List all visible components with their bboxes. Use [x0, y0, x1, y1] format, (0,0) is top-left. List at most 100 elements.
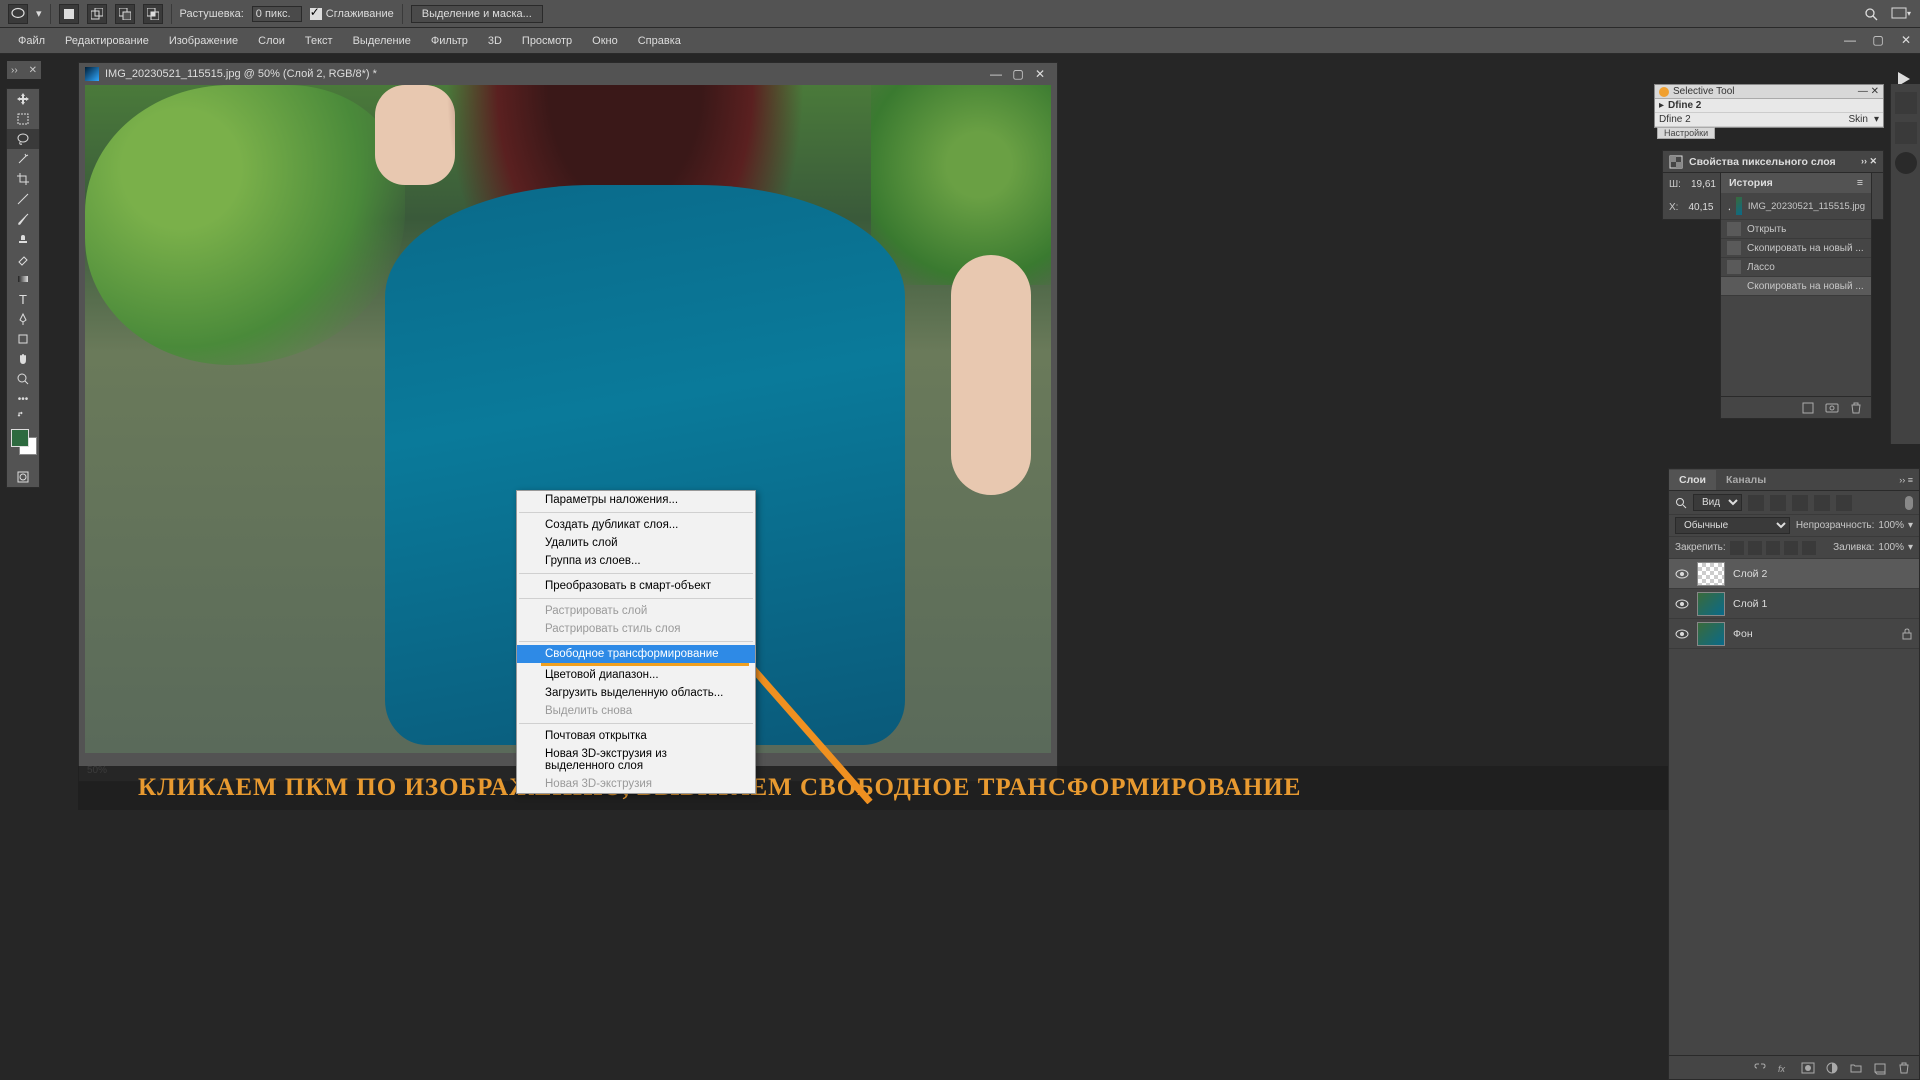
close-button[interactable]: ✕ [1892, 28, 1920, 52]
type-tool-icon[interactable]: T [7, 289, 39, 309]
color-swatches[interactable] [7, 425, 39, 465]
menu-type[interactable]: Текст [295, 31, 343, 51]
swap-colors-icon[interactable] [7, 409, 39, 421]
menu-help[interactable]: Справка [628, 31, 691, 51]
hand-tool-icon[interactable] [7, 349, 39, 369]
brush-tool-icon[interactable] [7, 209, 39, 229]
pen-tool-icon[interactable] [7, 309, 39, 329]
maximize-button[interactable]: ▢ [1864, 28, 1892, 52]
visibility-icon[interactable] [1675, 627, 1689, 641]
menu-select[interactable]: Выделение [343, 31, 421, 51]
menu-view[interactable]: Просмотр [512, 31, 582, 51]
doc-close-button[interactable]: ✕ [1029, 65, 1051, 83]
eraser-tool-icon[interactable] [7, 249, 39, 269]
gradient-tool-icon[interactable] [7, 269, 39, 289]
move-tool-icon[interactable] [7, 89, 39, 109]
trash-icon[interactable] [1897, 1061, 1911, 1075]
frame-icon[interactable] [1895, 92, 1917, 114]
menu-3d[interactable]: 3D [478, 31, 512, 51]
mask-icon[interactable] [1801, 1061, 1815, 1075]
link-icon[interactable] [1753, 1061, 1767, 1075]
filter-toggle[interactable] [1905, 496, 1913, 510]
lasso-tool-icon[interactable] [7, 129, 39, 149]
quick-mask-icon[interactable] [7, 467, 39, 487]
filter-shape-icon[interactable] [1814, 495, 1830, 511]
filter-type-icon[interactable] [1792, 495, 1808, 511]
history-item[interactable]: Открыть [1721, 220, 1871, 239]
context-menu-item[interactable]: Параметры наложения... [517, 491, 755, 509]
sel-add-icon[interactable] [87, 4, 107, 24]
search-icon[interactable] [1860, 3, 1882, 25]
context-menu-item[interactable]: Создать дубликат слоя... [517, 516, 755, 534]
context-menu-item[interactable]: Новая 3D-экструзия из выделенного слоя [517, 745, 755, 775]
tools-collapse[interactable]: ››✕ [7, 61, 41, 79]
stamp-tool-icon[interactable] [7, 229, 39, 249]
history-item[interactable]: Лассо [1721, 258, 1871, 277]
fx-icon[interactable]: fx [1777, 1061, 1791, 1075]
history-item[interactable]: Скопировать на новый ... [1721, 277, 1871, 296]
minimize-button[interactable]: — [1836, 28, 1864, 52]
tab-layers[interactable]: Слои [1669, 470, 1716, 490]
zoom-tool-icon[interactable] [7, 369, 39, 389]
doc-maximize-button[interactable]: ▢ [1007, 65, 1029, 83]
screen-mode-icon[interactable]: ▾ [1890, 3, 1912, 25]
visibility-icon[interactable] [1675, 597, 1689, 611]
filter-pixel-icon[interactable] [1748, 495, 1764, 511]
new-doc-from-state-icon[interactable] [1801, 401, 1815, 415]
lock-artboard-icon[interactable] [1766, 541, 1780, 555]
marquee-tool-icon[interactable] [7, 109, 39, 129]
cc-icon[interactable] [1895, 152, 1917, 174]
context-menu-item[interactable]: Группа из слоев... [517, 552, 755, 570]
menu-filter[interactable]: Фильтр [421, 31, 478, 51]
layer-filter-kind[interactable]: Вид [1693, 494, 1742, 511]
filter-adjust-icon[interactable] [1770, 495, 1786, 511]
sel-subtract-icon[interactable] [115, 4, 135, 24]
edit-toolbar-icon[interactable]: ••• [7, 389, 39, 409]
visibility-icon[interactable] [1675, 567, 1689, 581]
new-layer-icon[interactable] [1873, 1061, 1887, 1075]
context-menu-item[interactable]: Цветовой диапазон... [517, 666, 755, 684]
context-menu-item[interactable]: Удалить слой [517, 534, 755, 552]
history-snapshot[interactable]: IMG_20230521_115515.jpg [1721, 193, 1871, 220]
layer-row[interactable]: Слой 1 [1669, 589, 1919, 619]
layer-row[interactable]: Слой 2 [1669, 559, 1919, 589]
context-menu-item[interactable]: Почтовая открытка [517, 727, 755, 745]
adjust-icon[interactable] [1895, 122, 1917, 144]
settings-tab[interactable]: Настройки [1657, 127, 1715, 139]
foreground-color-swatch[interactable] [11, 429, 29, 447]
context-menu-item[interactable]: Преобразовать в смарт-объект [517, 577, 755, 595]
menu-edit[interactable]: Редактирование [55, 31, 159, 51]
menu-file[interactable]: Файл [8, 31, 55, 51]
eyedropper-tool-icon[interactable] [7, 189, 39, 209]
adjustment-icon[interactable] [1825, 1061, 1839, 1075]
lock-pixels-icon[interactable] [1730, 541, 1744, 555]
sel-new-icon[interactable] [59, 4, 79, 24]
blend-mode-select[interactable]: Обычные [1675, 517, 1790, 534]
doc-minimize-button[interactable]: — [985, 65, 1007, 83]
wand-tool-icon[interactable] [7, 149, 39, 169]
layer-row[interactable]: Фон [1669, 619, 1919, 649]
lock-icon[interactable] [1802, 541, 1816, 555]
context-menu-item[interactable]: Загрузить выделенную область... [517, 684, 755, 702]
filter-smart-icon[interactable] [1836, 495, 1852, 511]
sel-intersect-icon[interactable] [143, 4, 163, 24]
shape-tool-icon[interactable] [7, 329, 39, 349]
trash-icon[interactable] [1849, 401, 1863, 415]
lock-position-icon[interactable] [1748, 541, 1762, 555]
group-icon[interactable] [1849, 1061, 1863, 1075]
history-item[interactable]: Скопировать на новый ... [1721, 239, 1871, 258]
lock-all-icon[interactable] [1784, 541, 1798, 555]
search-icon[interactable] [1675, 497, 1687, 509]
history-tab[interactable]: История≡ [1721, 173, 1871, 193]
lasso-tool-icon[interactable] [8, 4, 28, 24]
context-menu-item[interactable]: Свободное трансформирование [517, 645, 755, 663]
menu-window[interactable]: Окно [582, 31, 628, 51]
menu-image[interactable]: Изображение [159, 31, 248, 51]
antialias-checkbox[interactable]: Сглаживание [310, 8, 394, 20]
snapshot-icon[interactable] [1825, 401, 1839, 415]
document-titlebar[interactable]: IMG_20230521_115515.jpg @ 50% (Слой 2, R… [79, 63, 1057, 85]
menu-layers[interactable]: Слои [248, 31, 295, 51]
selective-tool-panel[interactable]: Selective Tool— ✕ ▸ Dfine 2 Dfine 2Skin▾… [1654, 84, 1884, 128]
select-and-mask-button[interactable]: Выделение и маска... [411, 5, 543, 23]
feather-input[interactable] [252, 6, 302, 22]
